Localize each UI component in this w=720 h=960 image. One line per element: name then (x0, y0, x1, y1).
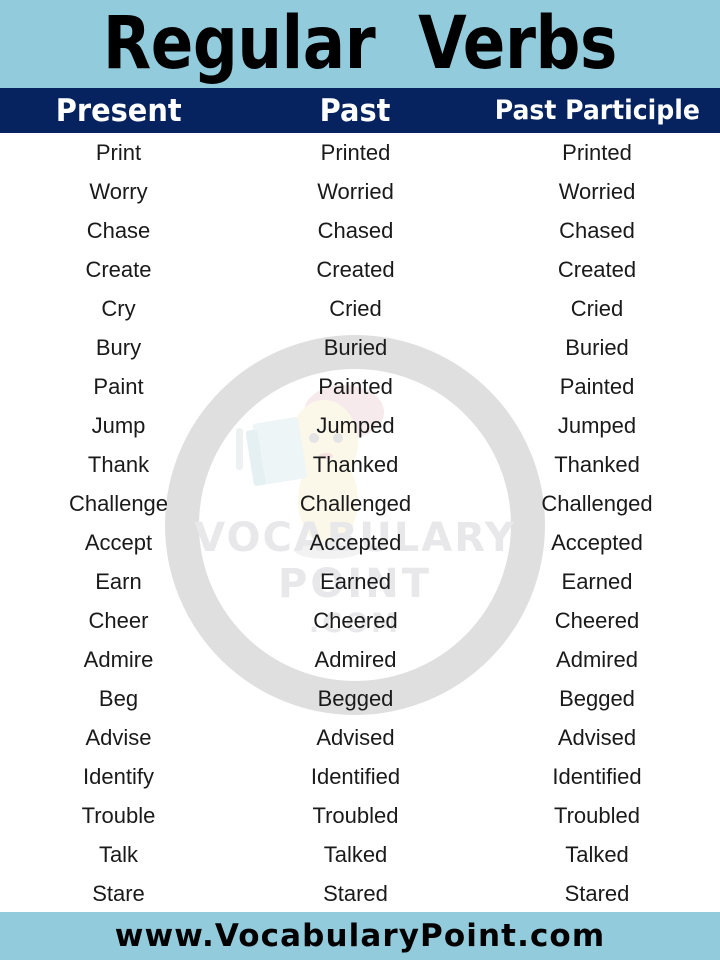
table-cell: Begged (559, 685, 635, 711)
table-cell: Worry (89, 178, 148, 204)
table-cell: Stare (92, 880, 145, 906)
table-row: Accept Accepted Accepted (0, 523, 720, 562)
table-row: Create Created Created (0, 250, 720, 289)
table-cell: Identify (83, 763, 154, 789)
table-row: Advise Advised Advised (0, 718, 720, 757)
table-row: Trouble Troubled Troubled (0, 796, 720, 835)
table-cell: Challenged (299, 490, 412, 516)
table-cell: Worried (317, 178, 394, 204)
column-header-past-label: Past (320, 92, 391, 129)
footer-url[interactable]: www.VocabularyPoint.com (115, 918, 605, 954)
table-cell: Created (316, 256, 395, 282)
worksheet-page: VOCABULARY POINT .COM Regular Verbs Pres… (0, 0, 720, 960)
table-row: Cry Cried Cried (0, 289, 720, 328)
table-row: Beg Begged Begged (0, 679, 720, 718)
table-row: Talk Talked Talked (0, 835, 720, 874)
footer-banner: www.VocabularyPoint.com (0, 912, 720, 960)
column-header-present: Present (0, 88, 237, 133)
table-row: Challenge Challenged Challenged (0, 484, 720, 523)
table-cell: Thanked (312, 451, 399, 477)
table-cell: Cried (329, 295, 382, 321)
table-row: Worry Worried Worried (0, 172, 720, 211)
table-cell: Beg (98, 685, 139, 711)
table-cell: Advised (316, 724, 395, 750)
column-header-present-label: Present (55, 92, 182, 129)
table-cell: Admired (556, 646, 638, 672)
table-cell: Bury (95, 334, 142, 360)
table-cell: Earned (561, 568, 633, 594)
table-cell: Printed (320, 139, 391, 165)
table-cell: Troubled (553, 802, 640, 828)
table-cell: Talk (98, 841, 139, 867)
table-cell: Create (85, 256, 152, 282)
column-header-past: Past (237, 88, 474, 133)
table-cell: Cheer (88, 607, 149, 633)
table-cell: Painted (318, 373, 393, 399)
table-cell: Stared (323, 880, 388, 906)
column-header-past-participle: Past Participle (474, 88, 720, 133)
table-cell: Accepted (309, 529, 402, 555)
table-row: Jump Jumped Jumped (0, 406, 720, 445)
table-cell: Worried (558, 178, 636, 204)
table-cell: Cheered (313, 607, 398, 633)
table-row: Paint Painted Painted (0, 367, 720, 406)
table-cell: Buried (323, 334, 388, 360)
table-cell: Talked (323, 841, 388, 867)
page-title: Regular Verbs (102, 0, 618, 86)
table-cell: Identified (310, 763, 401, 789)
table-cell: Chased (559, 217, 635, 243)
table-row: Cheer Cheered Cheered (0, 601, 720, 640)
title-banner: Regular Verbs (0, 0, 720, 88)
table-cell: Chased (317, 217, 394, 243)
table-row: Thank Thanked Thanked (0, 445, 720, 484)
table-cell: Accept (84, 529, 153, 555)
table-cell: Buried (565, 334, 629, 360)
table-row: Chase Chased Chased (0, 211, 720, 250)
table-cell: Earn (95, 568, 142, 594)
table-cell: Challenge (68, 490, 169, 516)
table-row: Stare Stared Stared (0, 874, 720, 913)
table-cell: Earned (320, 568, 391, 594)
table-cell: Admire (83, 646, 154, 672)
table-cell: Accepted (551, 529, 643, 555)
table-cell: Admired (314, 646, 397, 672)
table-cell: Challenged (541, 490, 653, 516)
table-row: Print Printed Printed (0, 133, 720, 172)
table-cell: Talked (565, 841, 629, 867)
table-cell: Created (557, 256, 637, 282)
table-cell: Jumped (316, 412, 395, 438)
table-header-bar: Present Past Past Participle (0, 88, 720, 133)
table-cell: Trouble (81, 802, 156, 828)
table-cell: Painted (559, 373, 635, 399)
table-cell: Jumped (557, 412, 637, 438)
table-cell: Thanked (554, 451, 640, 477)
table-cell: Cry (101, 295, 136, 321)
table-cell: Advise (85, 724, 152, 750)
table-cell: Cheered (554, 607, 640, 633)
table-cell: Printed (562, 139, 632, 165)
table-cell: Jump (91, 412, 146, 438)
table-cell: Thank (87, 451, 150, 477)
table-cell: Identified (552, 763, 642, 789)
table-cell: Begged (317, 685, 394, 711)
table-cell: Chase (86, 217, 151, 243)
table-row: Identify Identified Identified (0, 757, 720, 796)
table-row: Bury Buried Buried (0, 328, 720, 367)
table-row: Earn Earned Earned (0, 562, 720, 601)
table-cell: Troubled (312, 802, 399, 828)
verb-table-body: Print Printed Printed Worry Worried Worried Ch… (0, 133, 720, 913)
table-cell: Stared (564, 880, 630, 906)
table-row: Admire Admired Admired (0, 640, 720, 679)
table-cell: Cried (570, 295, 624, 321)
table-cell: Advised (557, 724, 637, 750)
column-header-past-participle-label: Past Participle (494, 95, 700, 126)
table-cell: Print (95, 139, 142, 165)
table-cell: Paint (93, 373, 144, 399)
